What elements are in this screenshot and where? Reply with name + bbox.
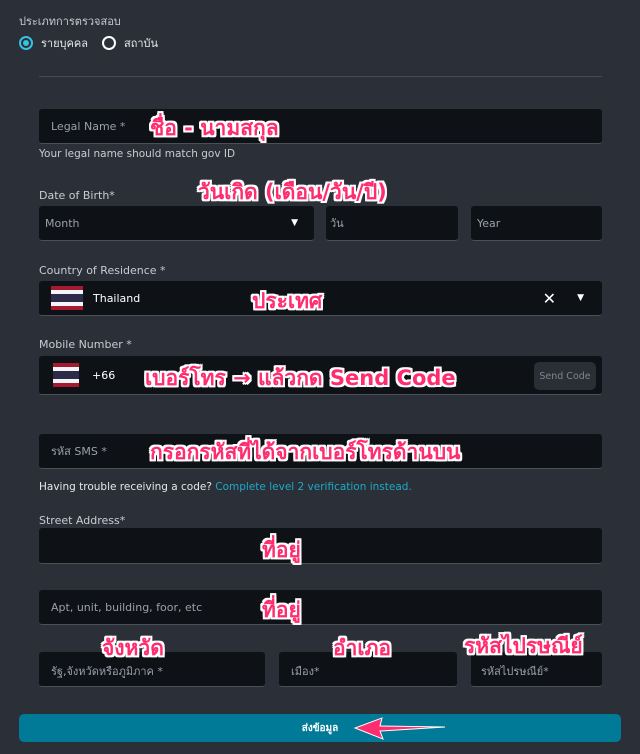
verification-type-radios: รายบุคคล สถาบัน (19, 34, 158, 52)
month-select[interactable]: Month ▼ (39, 206, 314, 241)
country-code: +66 (92, 368, 116, 382)
annotation-postal: รหัสไปรษณีย์ (464, 634, 583, 658)
street-input[interactable] (39, 528, 602, 564)
sms-trouble-text: Having trouble receiving a code? (39, 481, 212, 493)
sms-placeholder: รหัส SMS * (51, 445, 107, 458)
thailand-flag-icon (51, 286, 83, 310)
annotation-dob: วันเกิด (เดือน/วัน/ปี) (198, 180, 387, 204)
arrow-annotation-icon (353, 717, 446, 740)
annotation-state: จังหวัด (102, 636, 164, 660)
apt-placeholder: Apt, unit, building, foor, etc (51, 600, 203, 614)
radio-institution[interactable] (101, 36, 116, 50)
level2-link[interactable]: Complete level 2 verification instead. (215, 481, 412, 493)
year-input[interactable]: Year (471, 206, 602, 241)
country-value: Thailand (93, 291, 141, 305)
annotation-sms: กรอกรหัสที่ได้จากเบอร์โทรด้านบน (150, 440, 461, 464)
legal-name-placeholder: Legal Name * (51, 119, 126, 133)
send-code-button[interactable]: Send Code (534, 362, 596, 390)
radio-individual-label[interactable]: รายบุคคล (41, 34, 88, 52)
apt-input[interactable]: Apt, unit, building, foor, etc (39, 590, 602, 625)
verification-type-label: ประเภทการตรวจสอบ (19, 15, 121, 28)
annotation-apt: ที่อยู่ (262, 598, 301, 622)
postal-placeholder: รหัสไปรษณีย์* (481, 665, 549, 678)
year-placeholder: Year (477, 216, 501, 230)
divider (39, 76, 602, 77)
dob-label: Date of Birth* (39, 189, 115, 202)
city-placeholder: เมือง* (291, 665, 320, 678)
sms-help: Having trouble receiving a code? Complet… (39, 481, 412, 493)
street-label: Street Address* (39, 514, 126, 527)
annotation-name: ชื่อ - นามสกุล (150, 116, 279, 140)
annotation-mobile: เบอร์โทร → แล้วกด Send Code (145, 366, 456, 390)
radio-institution-label[interactable]: สถาบัน (124, 34, 158, 52)
day-placeholder: วัน (330, 217, 344, 230)
annotation-country: ประเทศ (252, 289, 323, 313)
country-label: Country of Residence * (39, 264, 166, 277)
day-input[interactable]: วัน (326, 206, 458, 241)
dropdown-arrow-icon[interactable]: ▼ (577, 293, 584, 303)
submit-button[interactable]: ส่งข้อมูล (19, 714, 621, 742)
annotation-city: อำเภอ (333, 636, 392, 660)
legal-name-input[interactable]: Legal Name * (39, 109, 602, 144)
mobile-label: Mobile Number * (39, 338, 132, 351)
annotation-street: ที่อยู่ (262, 538, 301, 562)
month-value: Month (45, 216, 80, 230)
radio-individual[interactable] (19, 36, 33, 50)
dropdown-arrow-icon: ▼ (291, 218, 298, 228)
submit-label: ส่งข้อมูล (301, 722, 339, 734)
thailand-flag-icon (53, 363, 79, 387)
clear-icon[interactable]: ✕ (543, 289, 556, 308)
legal-name-helper: Your legal name should match gov ID (39, 148, 236, 160)
